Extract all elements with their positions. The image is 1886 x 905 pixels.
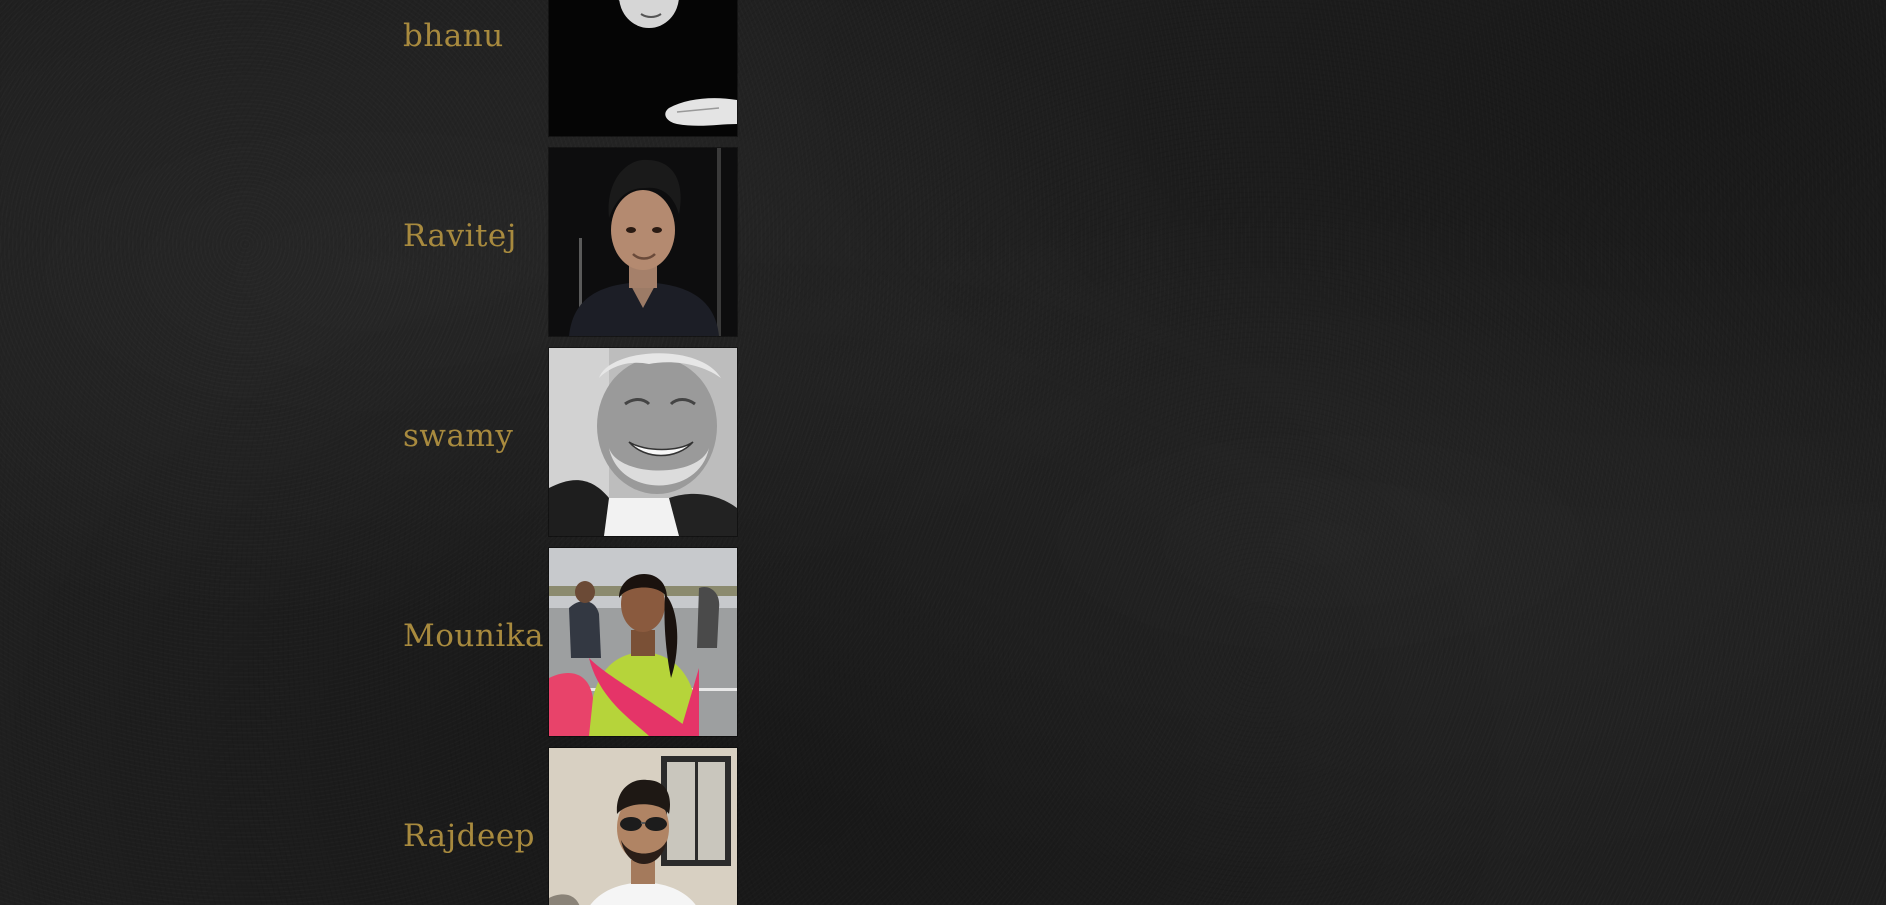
person-row: Rajdeep — [403, 736, 743, 905]
person-name[interactable]: bhanu — [403, 18, 504, 54]
portrait-bw-woman-image — [549, 0, 737, 136]
person-row: bhanu — [403, 0, 743, 136]
person-row: Ravitej — [403, 136, 743, 336]
person-row: swamy — [403, 336, 743, 536]
person-photo[interactable] — [549, 748, 737, 905]
person-row: Mounika — [403, 536, 743, 736]
portrait-man-dark-shirt-image — [549, 148, 737, 336]
person-name[interactable]: Ravitej — [403, 218, 517, 254]
portrait-man-sunglasses-image — [549, 748, 737, 905]
person-photo[interactable] — [549, 348, 737, 536]
person-name[interactable]: swamy — [403, 418, 513, 454]
portrait-woman-saree-image — [549, 548, 737, 736]
person-photo[interactable] — [549, 148, 737, 336]
person-name[interactable]: Mounika — [403, 618, 544, 654]
person-name[interactable]: Rajdeep — [403, 818, 535, 854]
person-photo[interactable] — [549, 548, 737, 736]
people-roster: bhanu Ravitej swamy Mounika Rajdeep — [403, 0, 743, 905]
portrait-bw-smiling-man-image — [549, 348, 737, 536]
person-photo[interactable] — [549, 0, 737, 136]
